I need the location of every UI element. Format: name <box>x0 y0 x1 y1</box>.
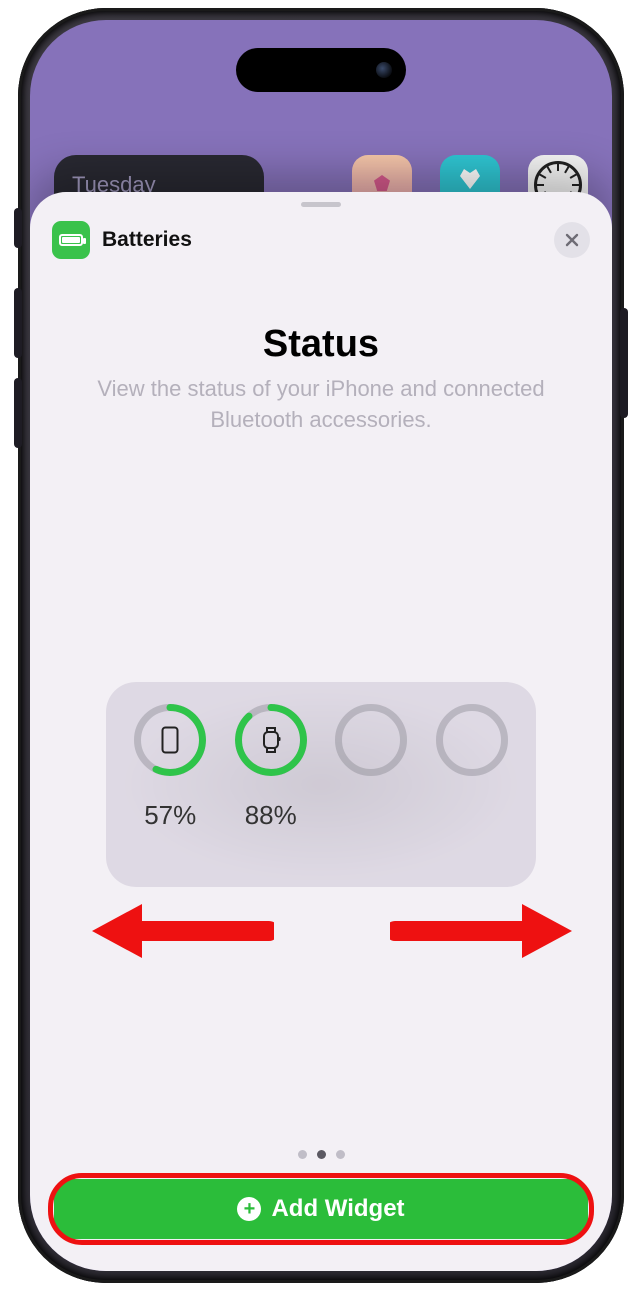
silent-switch <box>14 208 22 248</box>
widget-preview-card: 57% <box>106 682 536 887</box>
page-indicator[interactable] <box>30 1150 612 1159</box>
volume-up-button <box>14 288 22 358</box>
page-dot-active[interactable] <box>317 1150 326 1159</box>
camera-lens-icon <box>376 62 392 78</box>
iphone-frame: Tuesday <box>18 8 624 1283</box>
iphone-icon <box>161 726 179 754</box>
battery-percent-label: 57% <box>144 800 196 831</box>
add-widget-label: Add Widget <box>271 1195 404 1223</box>
watch-icon <box>261 726 281 754</box>
widget-title: Status <box>30 323 612 366</box>
sheet-header: Batteries <box>30 207 612 259</box>
batteries-app-icon <box>52 221 90 259</box>
dynamic-island <box>236 48 406 92</box>
widget-subtitle: View the status of your iPhone and conne… <box>30 366 612 436</box>
annotation-arrow-right-icon <box>390 896 580 966</box>
plus-icon: + <box>237 1197 261 1221</box>
battery-item-watch: 88% <box>235 704 307 831</box>
close-button[interactable] <box>554 222 590 258</box>
add-widget-wrap: + Add Widget <box>54 1179 588 1239</box>
sheet-app-name: Batteries <box>102 228 192 252</box>
battery-item-empty <box>436 704 508 800</box>
page-dot[interactable] <box>298 1150 307 1159</box>
annotation-arrow-left-icon <box>84 896 274 966</box>
battery-item-empty <box>335 704 407 800</box>
battery-item-iphone: 57% <box>134 704 206 831</box>
widget-picker-sheet[interactable]: Batteries Status View the status of your… <box>30 192 612 1271</box>
power-button <box>620 308 628 418</box>
screen: Tuesday <box>30 20 612 1271</box>
battery-percent-label: 88% <box>245 800 297 831</box>
page-dot[interactable] <box>336 1150 345 1159</box>
add-widget-button[interactable]: + Add Widget <box>54 1179 588 1239</box>
volume-down-button <box>14 378 22 448</box>
close-icon <box>564 232 580 248</box>
widget-preview[interactable]: 57% <box>106 682 536 887</box>
